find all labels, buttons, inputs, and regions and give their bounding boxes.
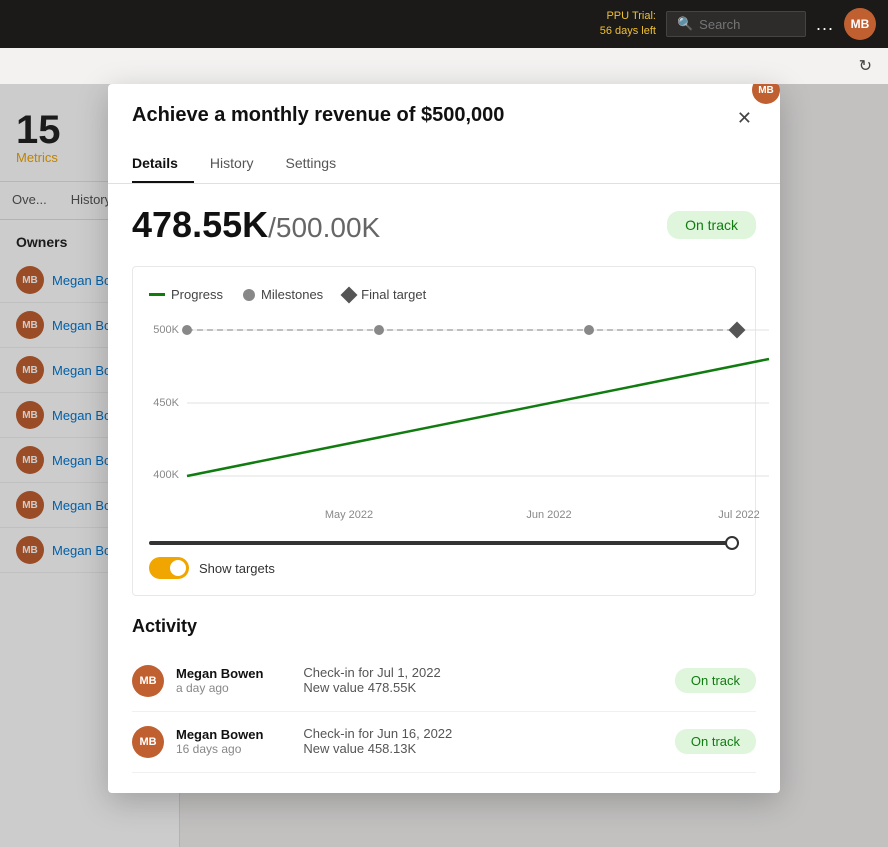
ppu-trial-days: 56 days left: [600, 24, 656, 39]
chart-svg: 500K 450K 400K: [149, 318, 773, 528]
modal-dialog: Achieve a monthly revenue of $500,000 ✕ …: [108, 84, 780, 793]
legend-milestones: Milestones: [243, 287, 323, 302]
target-indicator: [341, 286, 358, 303]
more-options-button[interactable]: ...: [816, 14, 834, 35]
chart-container: MB Progress Milestones: [132, 266, 756, 596]
activity-status-badge: On track: [675, 729, 756, 754]
ppu-trial-label: PPU Trial:: [600, 9, 656, 24]
reload-bar: ↻: [0, 48, 888, 84]
progress-indicator: [149, 293, 165, 296]
tab-settings[interactable]: Settings: [285, 145, 352, 183]
legend-final-target: Final target: [343, 287, 426, 302]
milestone-indicator: [243, 289, 255, 301]
show-targets-toggle-row: Show targets: [149, 557, 739, 579]
activity-content: Megan Bowen 16 days ago Check-in for Jun…: [176, 726, 756, 756]
activity-user-name: Megan Bowen: [176, 666, 263, 681]
activity-checkin: Check-in for Jul 1, 2022: [303, 665, 674, 680]
activity-status-badge: On track: [675, 668, 756, 693]
target-value: /500.00K: [268, 212, 380, 243]
tab-history[interactable]: History: [210, 145, 270, 183]
modal-header: Achieve a monthly revenue of $500,000 ✕: [108, 84, 780, 133]
activity-header: Activity: [132, 616, 756, 637]
tab-details[interactable]: Details: [132, 145, 194, 183]
modal-body: 478.55K/500.00K On track MB Progress: [108, 184, 780, 793]
svg-text:May 2022: May 2022: [325, 509, 373, 521]
show-targets-toggle[interactable]: [149, 557, 189, 579]
user-avatar[interactable]: MB: [844, 8, 876, 40]
modal-overlay: Achieve a monthly revenue of $500,000 ✕ …: [0, 84, 888, 847]
search-input[interactable]: [699, 17, 799, 32]
main-area: 15 Metrics Ove... History Owners MB Mega…: [0, 84, 888, 847]
show-targets-label: Show targets: [199, 561, 275, 576]
svg-text:400K: 400K: [153, 469, 179, 481]
reload-button[interactable]: ↻: [859, 56, 872, 76]
avatar: MB: [132, 665, 164, 697]
activity-user-name: Megan Bowen: [176, 727, 263, 742]
on-track-badge: On track: [667, 211, 756, 239]
activity-item: MB Megan Bowen 16 days ago Check-in for …: [132, 712, 756, 773]
activity-new-value: New value 478.55K: [303, 680, 674, 695]
modal-close-button[interactable]: ✕: [733, 104, 756, 133]
svg-text:500K: 500K: [153, 324, 179, 336]
activity-new-value: New value 458.13K: [303, 741, 674, 756]
chart-legend: Progress Milestones Final target: [149, 287, 739, 302]
range-input[interactable]: [149, 541, 739, 545]
modal-tabs: Details History Settings: [108, 145, 780, 184]
activity-time: 16 days ago: [176, 742, 263, 756]
search-box[interactable]: 🔍: [666, 11, 806, 37]
value-row: 478.55K/500.00K On track: [132, 204, 756, 246]
ppu-trial: PPU Trial: 56 days left: [600, 9, 656, 40]
svg-text:450K: 450K: [153, 397, 179, 409]
svg-text:Jun 2022: Jun 2022: [526, 509, 571, 521]
activity-item: MB Megan Bowen a day ago Check-in for Ju…: [132, 651, 756, 712]
chart-svg-wrapper: 500K 450K 400K: [149, 318, 739, 533]
activity-time: a day ago: [176, 681, 263, 695]
search-icon: 🔍: [677, 16, 693, 32]
svg-text:Jul 2022: Jul 2022: [718, 509, 760, 521]
modal-title: Achieve a monthly revenue of $500,000: [132, 104, 504, 127]
activity-checkin: Check-in for Jun 16, 2022: [303, 726, 674, 741]
time-range-slider: [149, 541, 739, 545]
legend-progress: Progress: [149, 287, 223, 302]
current-value: 478.55K: [132, 204, 268, 245]
activity-section: Activity MB Megan Bowen a day ago: [132, 616, 756, 773]
value-display: 478.55K/500.00K: [132, 204, 380, 246]
activity-content: Megan Bowen a day ago Check-in for Jul 1…: [176, 665, 756, 695]
navbar: PPU Trial: 56 days left 🔍 ... MB: [0, 0, 888, 48]
avatar: MB: [132, 726, 164, 758]
